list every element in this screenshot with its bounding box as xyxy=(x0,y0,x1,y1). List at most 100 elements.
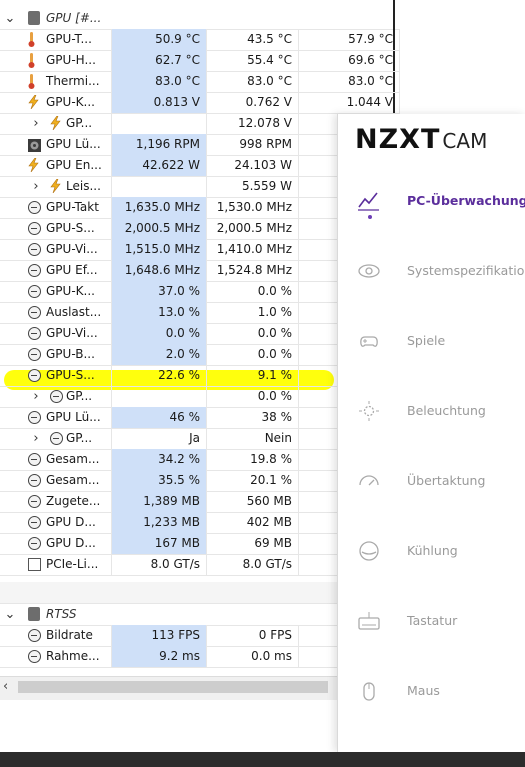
cam-logo-light: CAM xyxy=(442,129,488,153)
sensor-name: Zugete... xyxy=(46,494,101,508)
clock-icon xyxy=(50,432,63,445)
current-value: 42.622 W xyxy=(112,155,207,176)
cam-nav-item[interactable]: Beleuchtung xyxy=(338,391,525,431)
monitoring-graph-icon xyxy=(357,189,381,213)
sensor-name-cell: PCIe-Li... xyxy=(0,554,112,575)
min-value: 43.5 °C xyxy=(207,29,299,50)
collapse-chevron-icon[interactable]: ⌄ xyxy=(4,8,16,29)
sensor-name: GPU D... xyxy=(46,515,96,529)
sensor-name-cell: GPU En... xyxy=(0,155,112,176)
sensor-name-cell: Rahme... xyxy=(0,646,112,667)
cam-nav-item[interactable]: Maus xyxy=(338,671,525,711)
sensor-group-gpu[interactable]: ⌄ GPU [#... xyxy=(0,8,400,30)
sensor-row[interactable]: GPU-H... 62.7 °C 55.4 °C 69.6 °C xyxy=(0,50,400,72)
clock-icon xyxy=(28,495,41,508)
group-title: GPU [#... xyxy=(46,11,102,25)
clock-icon xyxy=(28,306,41,319)
expand-chevron-icon[interactable]: › xyxy=(30,113,42,134)
clock-icon xyxy=(28,348,41,361)
scrollbar-thumb[interactable] xyxy=(18,681,328,693)
min-value: 55.4 °C xyxy=(207,50,299,71)
sensor-name: Gesam... xyxy=(46,452,100,466)
sensor-name: GPU Lü... xyxy=(46,137,101,151)
nzxt-cam-window: NZXT CAM PC-Überwachung Systemspezifikatio… xyxy=(337,114,525,752)
min-value: 0.0 ms xyxy=(207,646,299,667)
clock-icon xyxy=(28,453,41,466)
current-value: 1,233 MB xyxy=(112,512,207,533)
cam-nav-item[interactable]: Kühlung xyxy=(338,531,525,571)
sensor-name: GPU-Takt xyxy=(46,200,99,214)
min-value: 12.078 V xyxy=(207,113,299,134)
current-value: 22.6 % xyxy=(112,365,207,386)
sensor-row[interactable]: GPU-K... 0.813 V 0.762 V 1.044 V xyxy=(0,92,400,114)
keyboard-icon xyxy=(357,609,381,633)
sensor-name-cell: Gesam... xyxy=(0,449,112,470)
clock-icon xyxy=(28,516,41,529)
sensor-name-cell: Thermi... xyxy=(0,71,112,92)
rtss-chip-icon xyxy=(28,607,40,621)
sensor-name-cell: GPU-K... xyxy=(0,92,112,113)
cam-nav-item[interactable]: Spiele xyxy=(338,321,525,361)
cooling-icon xyxy=(357,539,381,563)
sensor-name: Bildrate xyxy=(46,628,93,642)
thermometer-icon xyxy=(28,53,35,68)
sensor-name: GPU-B... xyxy=(46,347,95,361)
sensor-name: Gesam... xyxy=(46,473,100,487)
expand-chevron-icon[interactable]: › xyxy=(30,176,42,197)
scroll-left-icon[interactable]: ‹ xyxy=(3,677,8,697)
cam-nav-label: Übertaktung xyxy=(407,473,486,488)
cam-nav-item[interactable]: Tastatur xyxy=(338,601,525,641)
sensor-name-cell: Zugete... xyxy=(0,491,112,512)
collapse-chevron-icon[interactable]: ⌄ xyxy=(4,604,16,625)
horizontal-scrollbar[interactable]: ‹ xyxy=(0,676,340,697)
min-value: 560 MB xyxy=(207,491,299,512)
sensor-row[interactable]: Thermi... 83.0 °C 83.0 °C 83.0 °C xyxy=(0,71,400,93)
sensor-name: GPU D... xyxy=(46,536,96,550)
sensor-row[interactable]: GPU-T... 50.9 °C 43.5 °C 57.9 °C xyxy=(0,29,400,51)
current-value: 83.0 °C xyxy=(112,71,207,92)
min-value: 998 RPM xyxy=(207,134,299,155)
current-value: 2.0 % xyxy=(112,344,207,365)
taskbar xyxy=(0,752,525,767)
cam-nav-item[interactable]: Systemspezifikatio xyxy=(338,251,525,291)
sensor-name-cell: Auslast... xyxy=(0,302,112,323)
current-value xyxy=(112,176,207,197)
sensor-name-cell: GPU-Takt xyxy=(0,197,112,218)
expand-chevron-icon[interactable]: › xyxy=(30,386,42,407)
min-value: 0.762 V xyxy=(207,92,299,113)
clock-icon xyxy=(28,222,41,235)
current-value: 0.813 V xyxy=(112,92,207,113)
sensor-name: GP... xyxy=(66,116,93,130)
active-indicator xyxy=(368,215,372,219)
min-value: 402 MB xyxy=(207,512,299,533)
max-value: 83.0 °C xyxy=(299,71,400,92)
current-value: 1,515.0 MHz xyxy=(112,239,207,260)
sensor-name-cell: › GP... xyxy=(0,428,112,449)
sensor-name-cell: GPU-B... xyxy=(0,344,112,365)
current-value: 37.0 % xyxy=(112,281,207,302)
min-value: 9.1 % xyxy=(207,365,299,386)
min-value: 1,524.8 MHz xyxy=(207,260,299,281)
cam-nav-item[interactable]: Übertaktung xyxy=(338,461,525,501)
sensor-name-cell: GPU-Vi... xyxy=(0,239,112,260)
sensor-name-cell: GPU-S... xyxy=(0,365,112,386)
current-value: 50.9 °C xyxy=(112,29,207,50)
sensor-name: GPU En... xyxy=(46,158,102,172)
sensor-name: GPU Ef... xyxy=(46,263,98,277)
max-value: 1.044 V xyxy=(299,92,400,113)
current-value xyxy=(112,386,207,407)
sensor-name: GPU-Vi... xyxy=(46,242,98,256)
clock-icon xyxy=(28,327,41,340)
expand-chevron-icon[interactable]: › xyxy=(30,428,42,449)
cam-nav-item[interactable]: PC-Überwachung xyxy=(338,181,525,221)
sensor-name: GPU Lü... xyxy=(46,410,101,424)
min-value: 0.0 % xyxy=(207,344,299,365)
min-value: 1,530.0 MHz xyxy=(207,197,299,218)
current-value: 62.7 °C xyxy=(112,50,207,71)
mouse-icon xyxy=(357,679,381,703)
current-value: 46 % xyxy=(112,407,207,428)
min-value: 38 % xyxy=(207,407,299,428)
cam-nav-label: Systemspezifikatio xyxy=(407,263,525,278)
clock-icon xyxy=(28,243,41,256)
min-value: Nein xyxy=(207,428,299,449)
